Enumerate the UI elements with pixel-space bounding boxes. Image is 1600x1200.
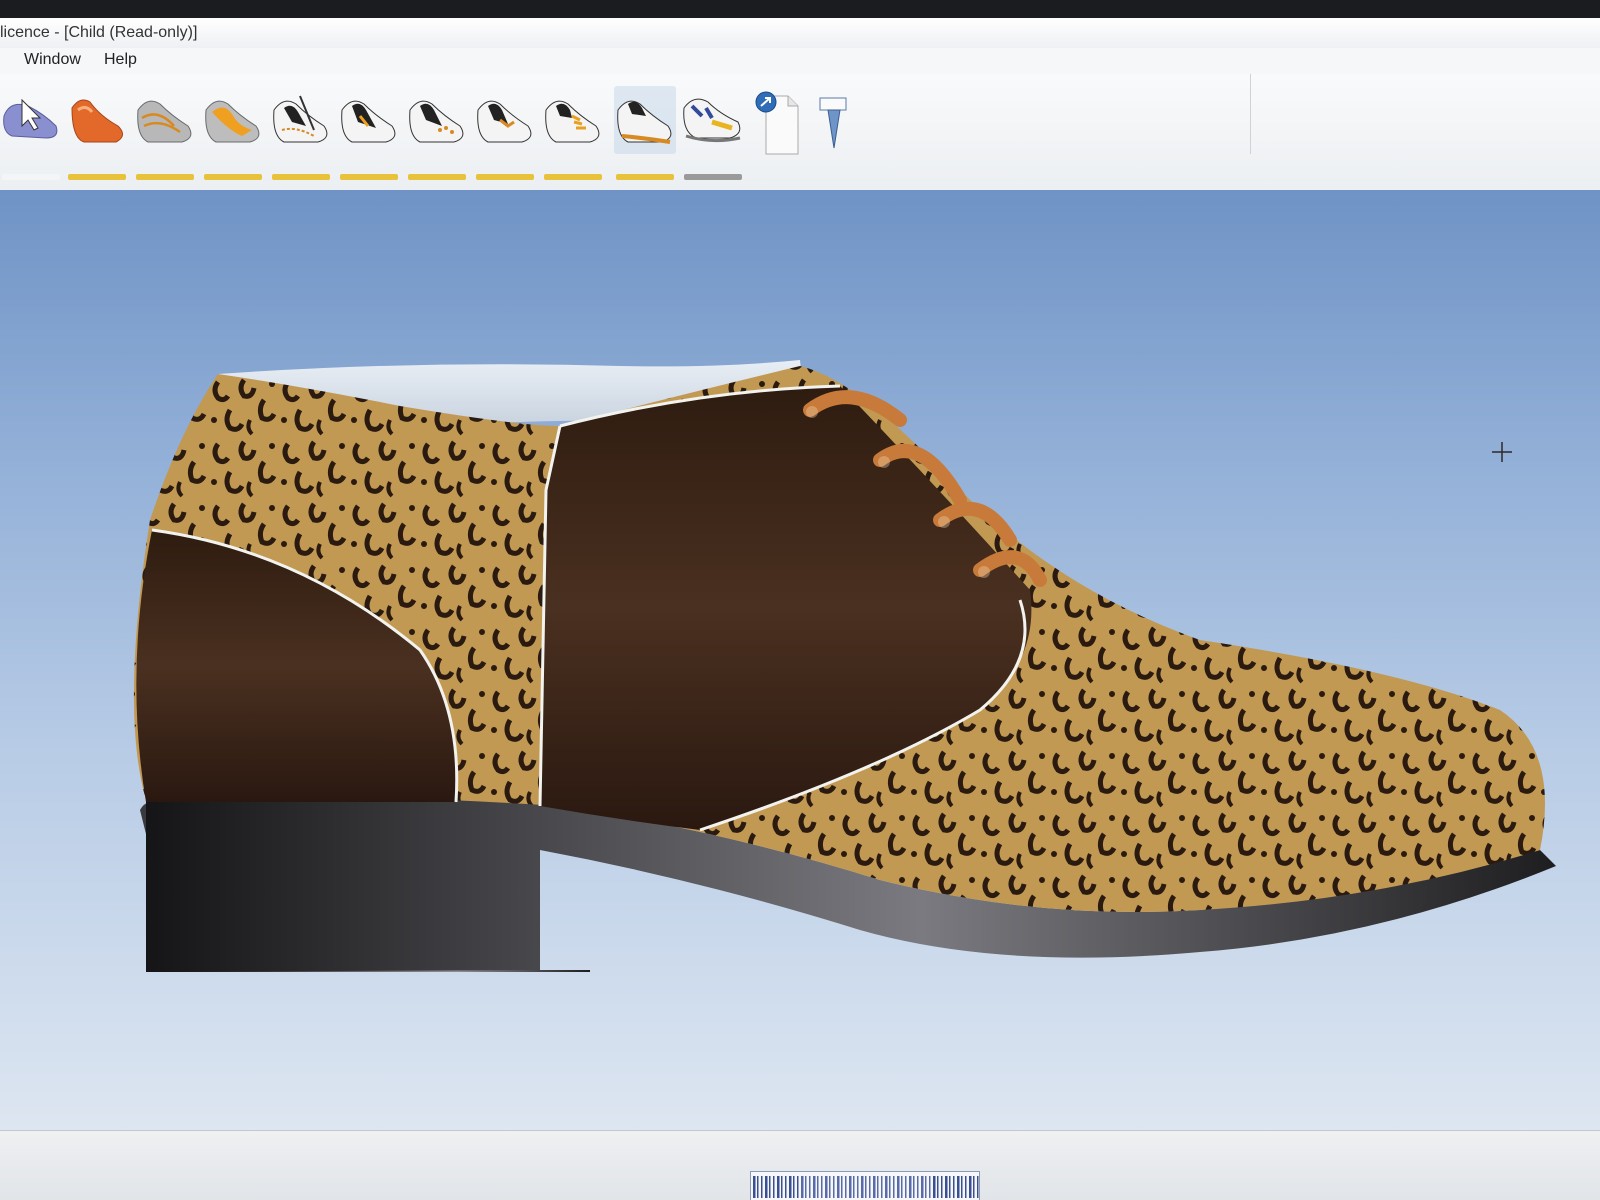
style-lines-tool[interactable]	[134, 86, 196, 180]
select-arrow-shoe-icon	[3, 98, 58, 139]
components-icon	[477, 100, 532, 143]
tool-underline	[68, 174, 126, 180]
stitching-icon	[273, 95, 328, 143]
tool-underline	[684, 174, 742, 180]
pin-tool-icon	[819, 97, 847, 149]
last-shoe-icon	[71, 99, 123, 143]
menu-help[interactable]: Help	[104, 51, 137, 69]
tool-underline	[408, 174, 466, 180]
menu-bar: Window Help	[0, 48, 1600, 74]
progress-indicator	[750, 1171, 980, 1200]
sole-render-tool[interactable]	[682, 86, 744, 180]
stitching-tool[interactable]	[270, 86, 332, 180]
toolbar-divider	[1250, 74, 1251, 154]
last-shoe-tool[interactable]	[66, 86, 128, 180]
crosshair-cursor-icon	[1492, 442, 1512, 462]
window-title: licence - [Child (Read-only)]	[0, 24, 198, 41]
shoe-3d-model[interactable]	[0, 190, 1600, 1130]
tool-underline	[544, 174, 602, 180]
pattern-pieces-icon	[205, 100, 260, 143]
status-bar	[0, 1130, 1600, 1200]
tool-underline	[272, 174, 330, 180]
select-arrow-shoe-tool[interactable]	[0, 86, 62, 180]
progress-stripes	[753, 1176, 979, 1198]
pattern-pieces-tool[interactable]	[202, 86, 264, 180]
materials-tool[interactable]	[614, 86, 676, 180]
tool-underline	[476, 174, 534, 180]
lining-icon	[341, 100, 396, 143]
eyelets-icon	[409, 100, 464, 143]
toolbar	[0, 74, 1600, 192]
title-bar: licence - [Child (Read-only)]	[0, 18, 1600, 48]
3d-viewport[interactable]	[0, 190, 1600, 1130]
sole-render-icon	[683, 98, 741, 143]
menu-window[interactable]: Window	[24, 51, 81, 69]
tool-underline	[136, 174, 194, 180]
materials-icon	[617, 100, 672, 144]
tool-underline	[204, 174, 262, 180]
style-lines-icon	[137, 100, 192, 143]
application-window: licence - [Child (Read-only)] Window Hel…	[0, 18, 1600, 1200]
tool-underline	[616, 174, 674, 180]
components-tool[interactable]	[474, 86, 536, 180]
pin-tool[interactable]	[814, 86, 854, 154]
tool-underline	[2, 174, 60, 180]
laces-icon	[545, 100, 600, 143]
laces-tool[interactable]	[542, 86, 604, 180]
tool-underline	[340, 174, 398, 180]
eyelets-tool[interactable]	[406, 86, 468, 180]
lining-tool[interactable]	[338, 86, 400, 180]
export-document-tool[interactable]	[752, 86, 802, 155]
export-document-icon	[755, 91, 799, 155]
